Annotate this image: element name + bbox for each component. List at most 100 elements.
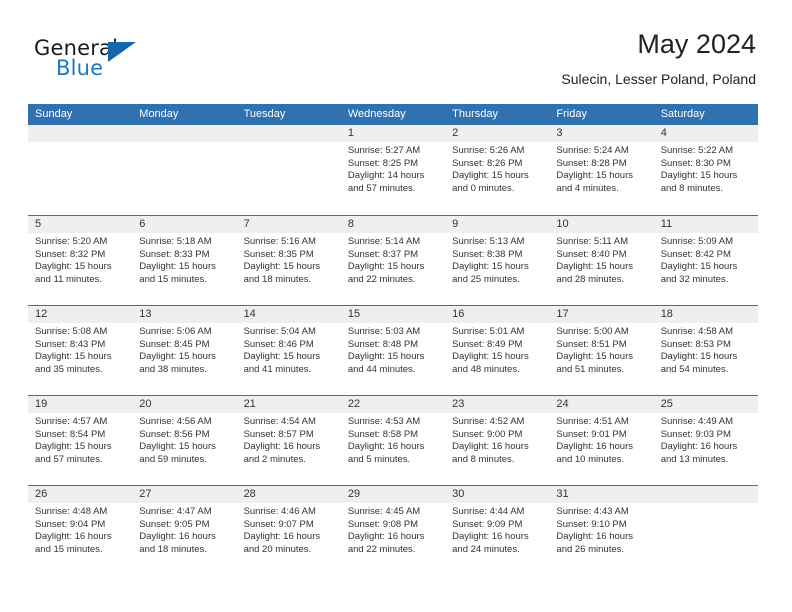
- day-number: 22: [340, 396, 446, 413]
- sunset-text: Sunset: 8:51 PM: [556, 338, 627, 350]
- day-cell[interactable]: 11 Sunrise: 5:09 AM Sunset: 8:42 PM Dayl…: [653, 216, 758, 305]
- sunset-text: Sunset: 8:42 PM: [660, 248, 731, 260]
- daylight-text: Daylight: 15 hours and 25 minutes.: [452, 261, 529, 285]
- day-info: Sunrise: 5:11 AM Sunset: 8:40 PM Dayligh…: [549, 233, 653, 286]
- day-number: 12: [28, 306, 133, 323]
- day-cell: [28, 125, 133, 215]
- day-info: Sunrise: 4:48 AM Sunset: 9:04 PM Dayligh…: [28, 503, 132, 556]
- week-row: 12 Sunrise: 5:08 AM Sunset: 8:43 PM Dayl…: [28, 305, 758, 395]
- day-cell[interactable]: 2 Sunrise: 5:26 AM Sunset: 8:26 PM Dayli…: [445, 125, 550, 215]
- day-cell[interactable]: 13 Sunrise: 5:06 AM Sunset: 8:45 PM Dayl…: [132, 306, 237, 395]
- day-cell[interactable]: 12 Sunrise: 5:08 AM Sunset: 8:43 PM Dayl…: [28, 306, 133, 395]
- weekday-header-friday: Friday: [556, 108, 587, 120]
- day-info: Sunrise: 5:27 AM Sunset: 8:25 PM Dayligh…: [341, 142, 445, 195]
- page-header: General Blue May 2024 Sulecin, Lesser Po…: [0, 0, 792, 104]
- sunset-text: Sunset: 8:54 PM: [35, 428, 106, 440]
- day-info: Sunrise: 5:18 AM Sunset: 8:33 PM Dayligh…: [132, 233, 236, 286]
- sunrise-text: Sunrise: 5:26 AM: [452, 145, 525, 156]
- daylight-text: Daylight: 14 hours and 57 minutes.: [347, 170, 425, 194]
- day-cell[interactable]: 27 Sunrise: 4:47 AM Sunset: 9:05 PM Dayl…: [132, 486, 237, 575]
- day-cell[interactable]: 22 Sunrise: 4:53 AM Sunset: 8:58 PM Dayl…: [340, 396, 446, 485]
- day-number: 2: [445, 125, 550, 142]
- daylight-text: Daylight: 16 hours and 20 minutes.: [243, 531, 321, 555]
- daylight-text: Daylight: 15 hours and 41 minutes.: [243, 351, 321, 375]
- day-cell[interactable]: 15 Sunrise: 5:03 AM Sunset: 8:48 PM Dayl…: [340, 306, 446, 395]
- sunset-text: Sunset: 9:05 PM: [139, 518, 210, 530]
- day-cell[interactable]: 6 Sunrise: 5:18 AM Sunset: 8:33 PM Dayli…: [132, 216, 237, 305]
- day-cell[interactable]: 25 Sunrise: 4:49 AM Sunset: 9:03 PM Dayl…: [653, 396, 758, 485]
- day-cell[interactable]: 1 Sunrise: 5:27 AM Sunset: 8:25 PM Dayli…: [340, 125, 446, 215]
- day-cell[interactable]: 26 Sunrise: 4:48 AM Sunset: 9:04 PM Dayl…: [28, 486, 133, 575]
- day-number: 21: [236, 396, 341, 413]
- day-cell[interactable]: 17 Sunrise: 5:00 AM Sunset: 8:51 PM Dayl…: [549, 306, 654, 395]
- sunrise-text: Sunrise: 5:00 AM: [556, 326, 629, 337]
- sunset-text: Sunset: 8:37 PM: [347, 248, 419, 260]
- day-info: Sunrise: 5:00 AM Sunset: 8:51 PM Dayligh…: [549, 323, 653, 376]
- calendar-page: General Blue May 2024 Sulecin, Lesser Po…: [0, 0, 792, 612]
- weekday-header-thursday: Thursday: [452, 108, 498, 120]
- day-cell[interactable]: 24 Sunrise: 4:51 AM Sunset: 9:01 PM Dayl…: [549, 396, 654, 485]
- week-row: 26 Sunrise: 4:48 AM Sunset: 9:04 PM Dayl…: [28, 485, 758, 575]
- sunset-text: Sunset: 8:53 PM: [660, 338, 731, 350]
- day-cell[interactable]: 5 Sunrise: 5:20 AM Sunset: 8:32 PM Dayli…: [28, 216, 133, 305]
- day-info: Sunrise: 5:09 AM Sunset: 8:42 PM Dayligh…: [654, 233, 758, 286]
- day-cell[interactable]: 9 Sunrise: 5:13 AM Sunset: 8:38 PM Dayli…: [445, 216, 550, 305]
- day-cell[interactable]: 30 Sunrise: 4:44 AM Sunset: 9:09 PM Dayl…: [445, 486, 550, 575]
- sunset-text: Sunset: 8:33 PM: [139, 248, 210, 260]
- day-cell[interactable]: 23 Sunrise: 4:52 AM Sunset: 9:00 PM Dayl…: [445, 396, 550, 485]
- day-number: 25: [653, 396, 758, 413]
- daylight-text: Daylight: 16 hours and 5 minutes.: [347, 441, 425, 465]
- day-cell[interactable]: 28 Sunrise: 4:46 AM Sunset: 9:07 PM Dayl…: [236, 486, 341, 575]
- sunrise-text: Sunrise: 4:46 AM: [243, 506, 316, 517]
- day-info: Sunrise: 4:43 AM Sunset: 9:10 PM Dayligh…: [549, 503, 653, 556]
- brand-name-blue: Blue: [56, 56, 104, 80]
- day-cell[interactable]: 29 Sunrise: 4:45 AM Sunset: 9:08 PM Dayl…: [340, 486, 446, 575]
- day-info: Sunrise: 5:13 AM Sunset: 8:38 PM Dayligh…: [445, 233, 549, 286]
- daylight-text: Daylight: 16 hours and 15 minutes.: [35, 531, 112, 555]
- day-cell[interactable]: 4 Sunrise: 5:22 AM Sunset: 8:30 PM Dayli…: [653, 125, 758, 215]
- day-info: Sunrise: 4:56 AM Sunset: 8:56 PM Dayligh…: [132, 413, 236, 466]
- day-cell[interactable]: 31 Sunrise: 4:43 AM Sunset: 9:10 PM Dayl…: [549, 486, 654, 575]
- day-number: 15: [340, 306, 446, 323]
- brand-logo[interactable]: General Blue: [34, 36, 154, 84]
- day-number: 6: [132, 216, 237, 233]
- day-cell[interactable]: 10 Sunrise: 5:11 AM Sunset: 8:40 PM Dayl…: [549, 216, 654, 305]
- day-number: [236, 125, 341, 142]
- sunset-text: Sunset: 9:04 PM: [35, 518, 106, 530]
- day-info: Sunrise: 4:44 AM Sunset: 9:09 PM Dayligh…: [445, 503, 549, 556]
- day-cell[interactable]: 21 Sunrise: 4:54 AM Sunset: 8:57 PM Dayl…: [236, 396, 341, 485]
- day-cell[interactable]: 8 Sunrise: 5:14 AM Sunset: 8:37 PM Dayli…: [340, 216, 446, 305]
- day-number: 31: [549, 486, 654, 503]
- day-cell[interactable]: 18 Sunrise: 4:58 AM Sunset: 8:53 PM Dayl…: [653, 306, 758, 395]
- day-info: Sunrise: 4:45 AM Sunset: 9:08 PM Dayligh…: [341, 503, 445, 556]
- sunset-text: Sunset: 8:46 PM: [243, 338, 314, 350]
- day-number: 9: [445, 216, 550, 233]
- sunrise-text: Sunrise: 5:18 AM: [139, 236, 212, 247]
- daylight-text: Daylight: 15 hours and 38 minutes.: [139, 351, 216, 375]
- sunset-text: Sunset: 8:30 PM: [660, 157, 731, 169]
- daylight-text: Daylight: 15 hours and 8 minutes.: [660, 170, 738, 194]
- day-info: Sunrise: 4:58 AM Sunset: 8:53 PM Dayligh…: [654, 323, 758, 376]
- sunset-text: Sunset: 8:57 PM: [243, 428, 314, 440]
- weekday-header-monday: Monday: [139, 108, 179, 120]
- sunset-text: Sunset: 8:58 PM: [347, 428, 419, 440]
- daylight-text: Daylight: 15 hours and 18 minutes.: [243, 261, 321, 285]
- day-cell: [653, 486, 758, 575]
- sunrise-text: Sunrise: 4:53 AM: [347, 416, 421, 427]
- sunrise-text: Sunrise: 4:49 AM: [660, 416, 734, 427]
- sunrise-text: Sunrise: 5:20 AM: [35, 236, 108, 247]
- day-cell[interactable]: 14 Sunrise: 5:04 AM Sunset: 8:46 PM Dayl…: [236, 306, 341, 395]
- day-number: 10: [549, 216, 654, 233]
- daylight-text: Daylight: 15 hours and 28 minutes.: [556, 261, 633, 285]
- day-cell[interactable]: 16 Sunrise: 5:01 AM Sunset: 8:49 PM Dayl…: [445, 306, 550, 395]
- day-cell[interactable]: 19 Sunrise: 4:57 AM Sunset: 8:54 PM Dayl…: [28, 396, 133, 485]
- daylight-text: Daylight: 15 hours and 0 minutes.: [452, 170, 529, 194]
- day-cell[interactable]: 20 Sunrise: 4:56 AM Sunset: 8:56 PM Dayl…: [132, 396, 237, 485]
- day-cell[interactable]: 7 Sunrise: 5:16 AM Sunset: 8:35 PM Dayli…: [236, 216, 341, 305]
- day-number: 14: [236, 306, 341, 323]
- day-number: 8: [340, 216, 446, 233]
- sunset-text: Sunset: 8:35 PM: [243, 248, 314, 260]
- day-number: 29: [340, 486, 446, 503]
- day-cell[interactable]: 3 Sunrise: 5:24 AM Sunset: 8:28 PM Dayli…: [549, 125, 654, 215]
- day-number: 27: [132, 486, 237, 503]
